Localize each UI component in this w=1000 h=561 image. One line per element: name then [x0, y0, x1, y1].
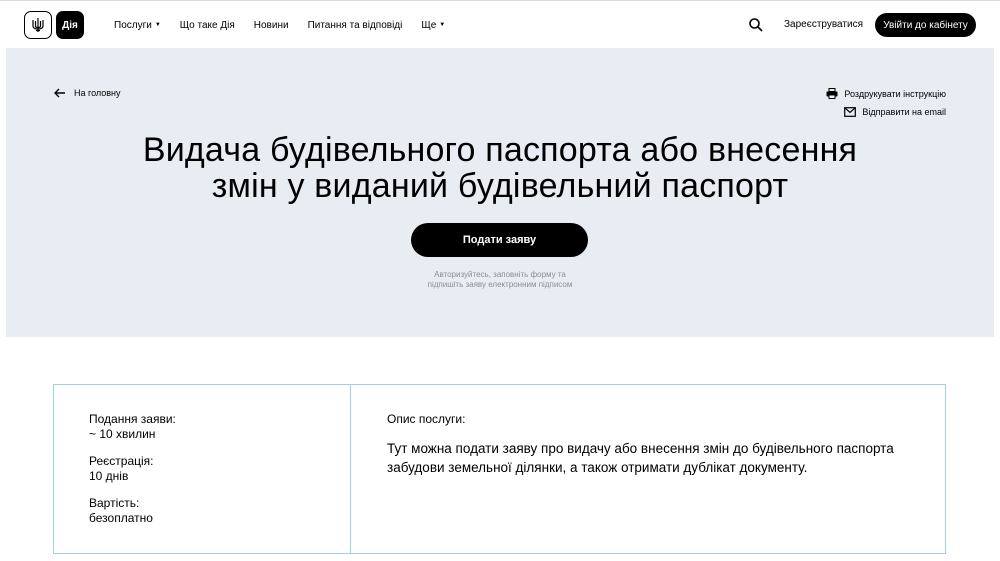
search-icon[interactable]: [748, 17, 764, 33]
caret-down-icon: ▼: [439, 22, 446, 28]
back-home-link[interactable]: На головну: [54, 88, 121, 98]
nav-item-label: Що таке Дія: [179, 19, 235, 31]
hero-section: На головну Роздрукувати інструкцію Відпр…: [6, 48, 994, 337]
nav-item-label: Послуги: [114, 19, 152, 31]
nav-item-label: Питання та відповіді: [307, 19, 403, 31]
service-facts: Подання заяви: ~ 10 хвилин Реєстрація: 1…: [54, 385, 351, 553]
nav-item-faq[interactable]: Питання та відповіді: [308, 20, 403, 31]
service-description: Тут можна подати заяву про видачу або вн…: [387, 441, 894, 475]
nav-item-more[interactable]: Ще ▼: [421, 20, 445, 31]
arrow-left-icon: [54, 88, 65, 98]
service-cost-value: безоплатно: [89, 511, 153, 525]
nav-item-label: Новини: [253, 19, 289, 31]
submission-time-value: ~ 10 хвилин: [89, 427, 156, 441]
page-title-line-2: змін у виданий будівельний паспорт: [211, 167, 789, 205]
service-cost-label: Вартість:: [89, 496, 140, 510]
envelope-icon: [844, 107, 857, 117]
print-instruction-link[interactable]: Роздрукувати інструкцію: [826, 88, 946, 99]
submit-hint: Авторизуйтесь, заповніть форму та підпиш…: [400, 270, 600, 290]
hint-line-2: підпишіть заяву електронним підписом: [427, 280, 573, 289]
login-button[interactable]: Увійти до кабінету: [875, 13, 976, 37]
main-nav: Послуги ▼ Що таке Дія Новини Питання та …: [114, 1, 445, 49]
submission-time-label: Подання заяви:: [89, 412, 176, 426]
service-cost: Вартість: безоплатно: [89, 496, 153, 526]
diia-logo: Дія: [56, 11, 84, 39]
nav-item-services[interactable]: Послуги ▼: [114, 20, 161, 31]
print-instruction-label: Роздрукувати інструкцію: [844, 88, 946, 99]
send-email-link[interactable]: Відправити на email: [844, 107, 946, 117]
submit-application-button[interactable]: Подати заяву: [411, 223, 588, 257]
description-label: Опис послуги:: [387, 412, 466, 426]
nav-item-about[interactable]: Що таке Дія: [180, 20, 235, 31]
caret-down-icon: ▼: [154, 22, 161, 28]
page-title-line-1: Видача будівельного паспорта або внесенн…: [142, 131, 858, 169]
submission-time: Подання заяви: ~ 10 хвилин: [89, 412, 176, 442]
trident-icon: [24, 11, 52, 39]
nav-item-label: Ще: [421, 19, 437, 31]
send-email-label: Відправити на email: [862, 107, 946, 117]
registration-time: Реєстрація: 10 днів: [89, 454, 154, 484]
printer-icon: [826, 88, 838, 99]
logo[interactable]: Дія: [24, 11, 84, 39]
page-title: Видача будівельного паспорта або внесенн…: [6, 132, 994, 204]
top-header: Дія Послуги ▼ Що таке Дія Новини Питання…: [0, 0, 1000, 48]
register-link[interactable]: Зареєструватися: [784, 19, 863, 30]
registration-time-value: 10 днів: [89, 469, 129, 483]
nav-item-news[interactable]: Новини: [254, 20, 289, 31]
service-info-card: Подання заяви: ~ 10 хвилин Реєстрація: 1…: [53, 384, 946, 554]
hint-line-1: Авторизуйтесь, заповніть форму та: [434, 270, 566, 279]
registration-time-label: Реєстрація:: [89, 454, 154, 468]
back-home-label: На головну: [74, 88, 121, 98]
